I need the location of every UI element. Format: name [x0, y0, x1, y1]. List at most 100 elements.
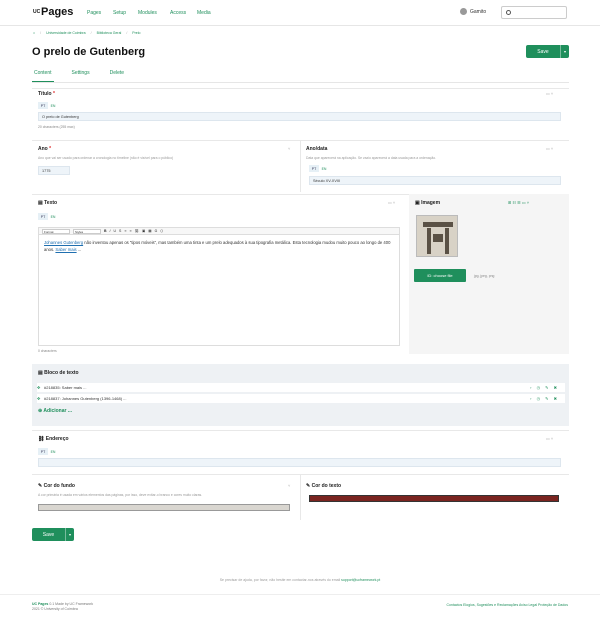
- char-count: 20 characters (255 max): [38, 125, 75, 129]
- nav-media[interactable]: Media: [197, 10, 211, 16]
- source-icon[interactable]: ⟨⟩: [160, 229, 163, 233]
- titulo-label: Título *: [38, 91, 55, 97]
- save-button[interactable]: Save ▾: [526, 45, 569, 58]
- nav-access[interactable]: Access: [170, 10, 186, 16]
- italic-icon[interactable]: I: [110, 229, 111, 233]
- add-block-button[interactable]: ⊕ Adicionar ...: [38, 408, 72, 414]
- color-swatch-text[interactable]: [309, 495, 559, 502]
- image-icon[interactable]: ▣: [142, 229, 145, 233]
- support-email-link[interactable]: support@ucframework.pt: [341, 578, 380, 582]
- strike-icon[interactable]: S: [119, 229, 121, 233]
- folder-icon[interactable]: ▭ ˅: [388, 200, 395, 205]
- footer-links[interactable]: Contactos Elogios, Sugestões e Reclamaçõ…: [446, 603, 568, 607]
- titulo-input[interactable]: O prelo de Gutenberg: [38, 112, 561, 121]
- color-swatch-bg[interactable]: [38, 504, 290, 511]
- breadcrumb-item[interactable]: Biblioteca Geral: [97, 31, 122, 35]
- anodata-input[interactable]: Século XV-XVIII: [309, 176, 561, 185]
- image-thumbnail[interactable]: [416, 215, 458, 257]
- row-action-icons: › ◷ ✎ ✖: [530, 396, 559, 401]
- editor-toolbar: Format Styles BI US ≡ ≡ ⛓ ▣ ▦ Ω ⟨⟩: [38, 227, 400, 235]
- lang-en[interactable]: EN: [48, 448, 58, 455]
- divider: [300, 474, 301, 520]
- help-note: Se precisar de ajuda, por favor, não hes…: [219, 578, 381, 582]
- endereco-label: ⛓ Endereço: [38, 436, 69, 442]
- list-icon[interactable]: ≡: [124, 229, 126, 233]
- titulo-panel: [32, 88, 569, 89]
- home-icon[interactable]: ⌂: [33, 31, 35, 35]
- drag-icon: ✥: [37, 396, 41, 401]
- corfundo-help: A cor primária é usada em vários element…: [38, 493, 203, 497]
- lang-tabs: PT EN: [38, 448, 58, 455]
- lang-tabs: PT EN: [38, 102, 58, 109]
- footer-brand[interactable]: UC Pages: [32, 602, 48, 606]
- editor-link[interactable]: Johannes Gutenberg: [44, 240, 83, 245]
- tab-delete[interactable]: Delete: [108, 70, 126, 82]
- breadcrumb-item[interactable]: Universidade de Coimbra: [46, 31, 86, 35]
- lang-en[interactable]: EN: [48, 213, 58, 220]
- endereco-input[interactable]: [38, 458, 561, 467]
- char-count: 0 characters: [38, 349, 57, 353]
- anodata-label: Ano/data: [306, 146, 328, 152]
- nav-pages[interactable]: Pages: [87, 10, 101, 16]
- save-label: Save: [42, 531, 55, 538]
- save-button-bottom[interactable]: Save ▾: [32, 528, 74, 541]
- logo[interactable]: UC Pages: [33, 6, 73, 18]
- folder-icon[interactable]: ▭ ˅: [546, 146, 553, 151]
- bold-icon[interactable]: B: [104, 229, 107, 233]
- nav-setup[interactable]: Setup: [113, 10, 126, 16]
- save-label: Save: [537, 48, 549, 55]
- search-input[interactable]: [501, 6, 567, 19]
- pencil-icon: ✎: [306, 483, 311, 489]
- editor-link[interactable]: Saber mais: [55, 247, 76, 252]
- cortexto-label: ✎ Cor do texto: [306, 483, 342, 489]
- styles-select[interactable]: Styles: [73, 228, 101, 234]
- file-types: jpg, jpeg, png: [474, 274, 495, 278]
- lang-pt[interactable]: PT: [38, 213, 48, 220]
- anodata-help: Data que aparecerá na aplicação. Se vazi…: [306, 156, 437, 160]
- chevron-down-icon[interactable]: ˅: [288, 483, 290, 488]
- lang-en[interactable]: EN: [319, 165, 329, 172]
- view-icons[interactable]: ⊞ ☷ ☰ ▭ ˅: [508, 200, 529, 205]
- editor-text: não inventou apenas os “tipos móveis”, m…: [44, 240, 391, 252]
- avatar-icon: [460, 8, 467, 15]
- symbol-icon[interactable]: Ω: [155, 229, 158, 233]
- block-icon: ▤: [38, 370, 43, 376]
- drag-icon: ✥: [37, 385, 41, 390]
- lang-tabs: PT EN: [38, 213, 58, 220]
- folder-icon[interactable]: ▭ ˅: [546, 91, 553, 96]
- logo-name: Pages: [41, 6, 74, 18]
- user-name: Gamito: [470, 8, 487, 15]
- underline-icon[interactable]: U: [114, 229, 117, 233]
- divider: [32, 82, 569, 83]
- lang-pt[interactable]: PT: [309, 165, 319, 172]
- tab-settings[interactable]: Settings: [70, 70, 92, 82]
- lang-pt[interactable]: PT: [38, 448, 48, 455]
- top-navbar: UC Pages Pages Setup Modules Access Medi…: [0, 0, 600, 26]
- chevron-down-icon[interactable]: ▾: [65, 528, 74, 541]
- choose-file-button[interactable]: ID: choose file: [414, 269, 466, 282]
- ano-label: Ano *: [38, 146, 52, 152]
- format-select[interactable]: Format: [42, 228, 70, 234]
- ano-input[interactable]: 1775: [38, 166, 70, 175]
- folder-icon[interactable]: ▭ ˅: [546, 436, 553, 441]
- divider: [300, 140, 301, 192]
- tab-content[interactable]: Content: [32, 70, 54, 82]
- user-menu[interactable]: Gamito: [460, 8, 486, 15]
- list-item[interactable]: ✥ #218835: Saber mais ... › ◷ ✎ ✖: [37, 383, 565, 392]
- lang-en[interactable]: EN: [48, 102, 58, 109]
- breadcrumb-item[interactable]: Prelo: [132, 31, 140, 35]
- chevron-down-icon[interactable]: ˅: [288, 146, 290, 151]
- nav-modules[interactable]: Modules: [138, 10, 157, 16]
- text-editor[interactable]: Johannes Gutenberg não inventou apenas o…: [38, 235, 400, 346]
- list-icon[interactable]: ≡: [129, 229, 131, 233]
- bloco-label: ▤ Bloco de texto: [38, 370, 79, 376]
- divider: [0, 594, 600, 595]
- editor-text: ...: [76, 247, 82, 252]
- list-item[interactable]: ✥ #218837: Johannes Gutenberg (1396-1468)…: [37, 394, 565, 403]
- table-icon[interactable]: ▦: [148, 229, 151, 233]
- chevron-down-icon[interactable]: ▾: [560, 45, 569, 58]
- logo-uc: UC: [33, 9, 41, 15]
- footer-copy: 2021 © University of Coimbra: [32, 607, 78, 611]
- link-icon[interactable]: ⛓: [134, 229, 138, 233]
- lang-pt[interactable]: PT: [38, 102, 48, 109]
